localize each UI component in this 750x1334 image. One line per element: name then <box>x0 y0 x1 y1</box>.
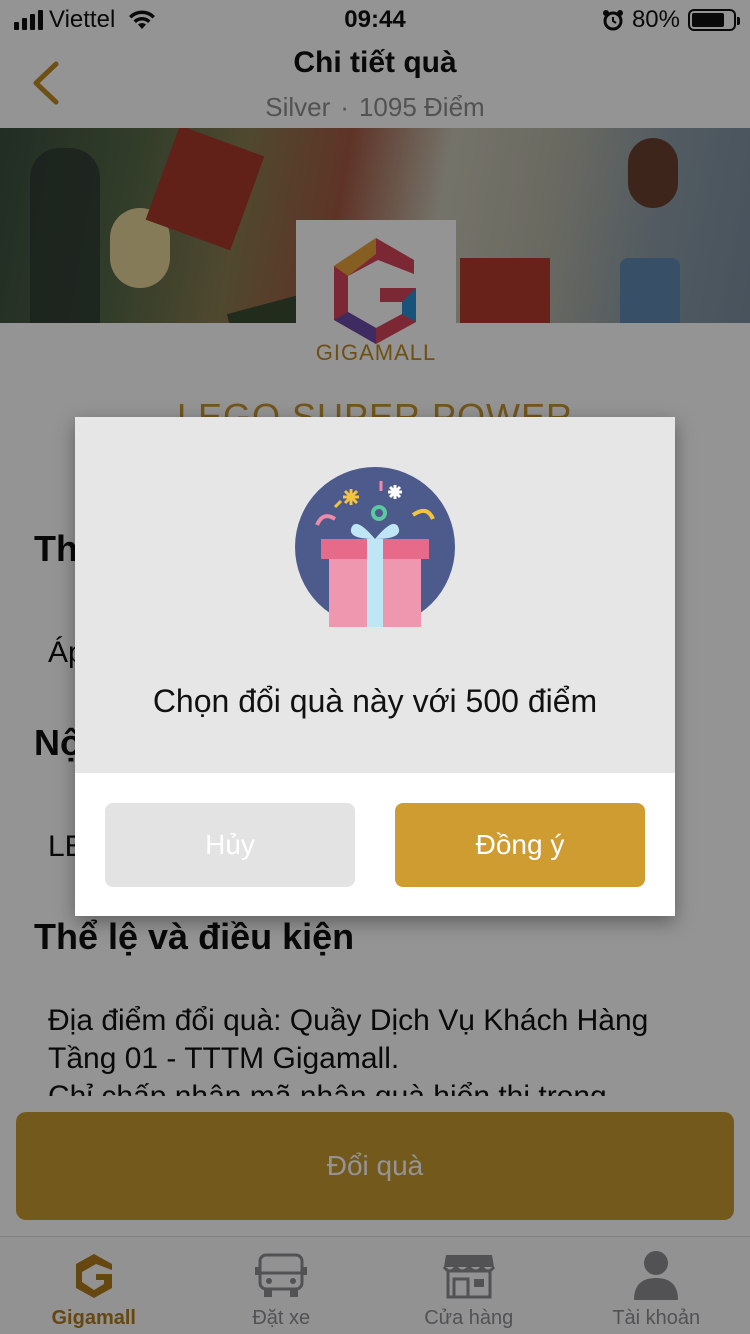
cancel-button[interactable]: Hủy <box>105 803 355 887</box>
gift-box-icon <box>295 467 455 627</box>
dialog-body: Chọn đổi quà này với 500 điểm <box>75 417 675 773</box>
confirm-button[interactable]: Đồng ý <box>395 803 645 887</box>
confirm-dialog: Chọn đổi quà này với 500 điểm Hủy Đồng ý <box>75 417 675 916</box>
dialog-message: Chọn đổi quà này với 500 điểm <box>152 683 598 719</box>
